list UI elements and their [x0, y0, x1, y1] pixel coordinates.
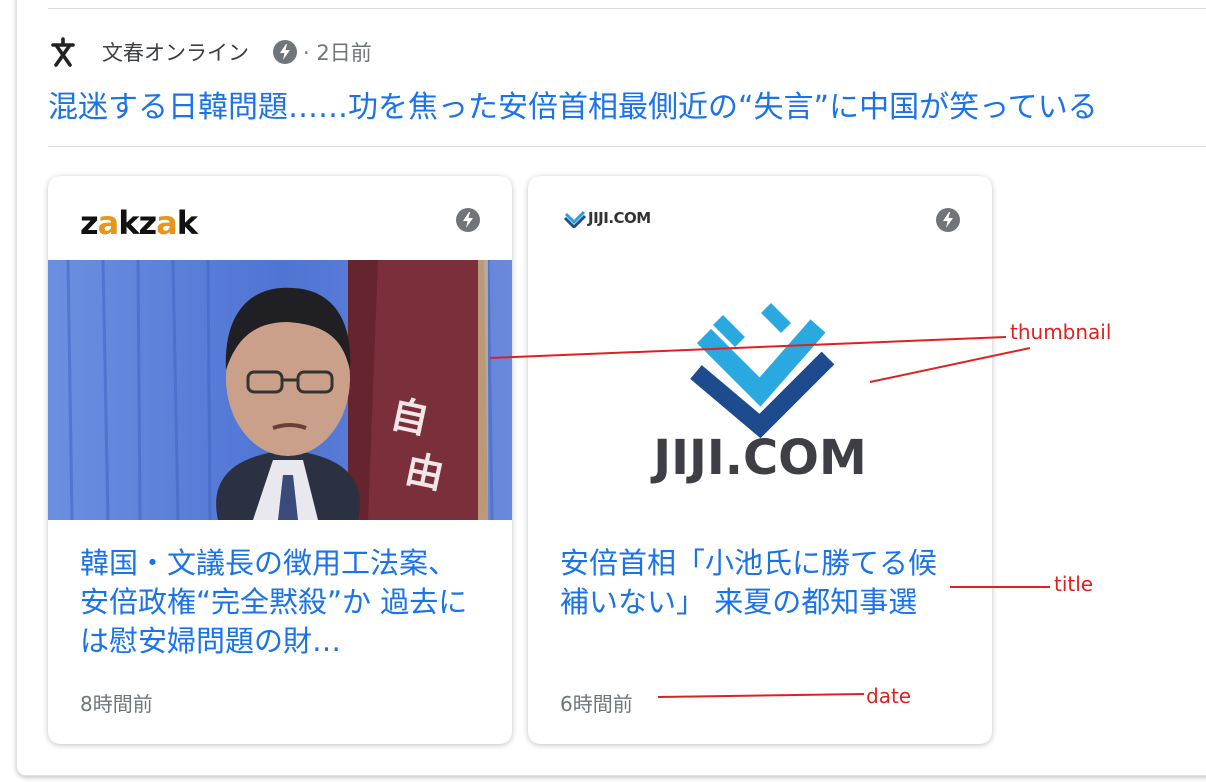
- source-name[interactable]: 文春オンライン: [102, 37, 249, 67]
- zakzak-logo: zakzak: [80, 204, 198, 242]
- thumbnail-image[interactable]: JIJI.COM: [528, 260, 992, 520]
- source-row: 文春オンライン · 2日前: [48, 34, 372, 70]
- jiji-thumbnail-wordmark: JIJI.COM: [650, 430, 866, 486]
- card-date: 8時間前: [80, 692, 153, 716]
- jiji-mark-icon: [564, 210, 586, 228]
- annotation-thumbnail: thumbnail: [1010, 320, 1112, 344]
- divider-top: [48, 8, 1206, 9]
- card-header: zakzak: [48, 176, 512, 260]
- headline-link[interactable]: 混迷する日韓問題……功を焦った安倍首相最側近の“失言”に中国が笑っている: [48, 82, 1098, 126]
- news-card-zakzak[interactable]: zakzak 自 由 韓国・文議長の徴用工法案、安倍政権“完全黙殺”か 過去には…: [48, 176, 512, 744]
- amp-lightning-icon: [273, 40, 297, 64]
- amp-lightning-icon: [936, 208, 960, 232]
- thumbnail-image[interactable]: 自 由: [48, 260, 512, 520]
- publish-time: · 2日前: [303, 41, 372, 65]
- annotation-date: date: [866, 684, 912, 708]
- jiji-logo: JIJI.COM: [564, 208, 651, 228]
- card-title[interactable]: 安倍首相「小池氏に勝てる候補いない」 来夏の都知事選: [560, 544, 960, 622]
- card-title[interactable]: 韓国・文議長の徴用工法案、安倍政権“完全黙殺”か 過去には慰安婦問題の財…: [80, 544, 480, 661]
- divider-middle: [48, 146, 1206, 147]
- bunshun-logo-icon: [51, 37, 75, 67]
- amp-lightning-icon: [456, 208, 480, 232]
- annotation-title: title: [1054, 572, 1094, 596]
- card-header: JIJI.COM: [528, 176, 992, 260]
- card-date: 6時間前: [560, 692, 633, 716]
- news-card-jiji[interactable]: JIJI.COM JIJI.COM 安倍首相「小池氏に勝てる候補いない」 来夏の…: [528, 176, 992, 744]
